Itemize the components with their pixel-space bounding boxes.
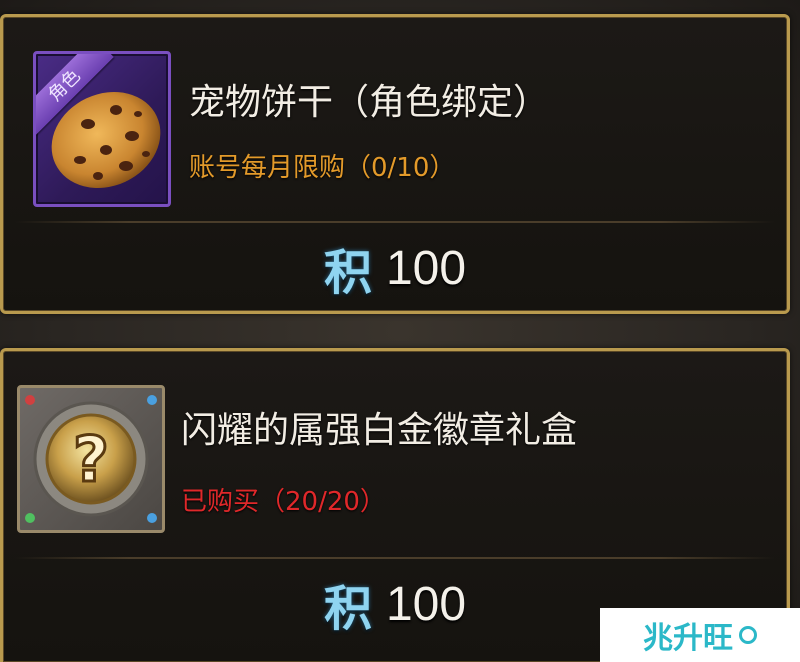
item-title: 闪耀的属强白金徽章礼盒 <box>181 410 578 451</box>
shop-item-card[interactable]: 角色 宠物饼干（角色绑定） 账号每月限购（0/10） 积 100 <box>0 14 790 314</box>
item-icon-frame: ? <box>17 385 165 533</box>
divider <box>15 557 775 559</box>
svg-text:?: ? <box>73 423 109 496</box>
watermark-logo-icon <box>739 626 757 644</box>
points-currency-icon: 积 <box>323 581 372 637</box>
price-row[interactable]: 积 100 <box>3 233 787 303</box>
watermark: 兆升旺 <box>600 608 800 662</box>
item-title: 宠物饼干（角色绑定） <box>189 82 550 123</box>
shop-page: 角色 宠物饼干（角色绑定） 账号每月限购（0/10） 积 100 ? 闪耀的属强… <box>0 0 800 662</box>
divider <box>15 221 775 223</box>
watermark-text: 兆升旺 <box>643 621 733 656</box>
price-amount: 100 <box>385 577 467 631</box>
item-icon-frame: 角色 <box>33 51 171 207</box>
purchase-status: 已购买（20/20） <box>181 487 386 517</box>
points-currency-icon: 积 <box>323 245 372 301</box>
price-amount: 100 <box>385 241 467 295</box>
purchase-limit: 账号每月限购（0/10） <box>189 153 456 183</box>
mystery-box-icon: ? <box>25 395 157 523</box>
